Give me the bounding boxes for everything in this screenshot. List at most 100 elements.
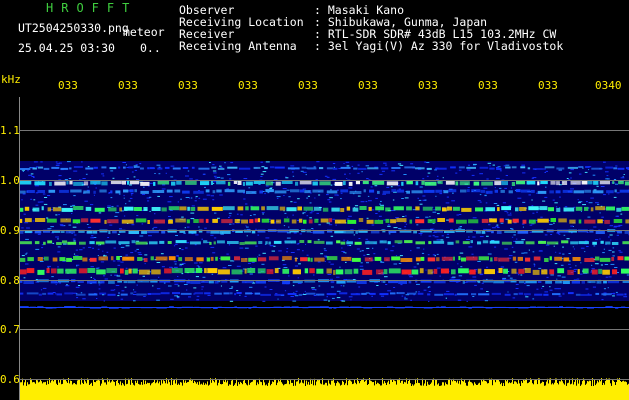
noise-floor-bar [268,382,269,400]
signal-band [485,190,493,194]
noise-speck [357,172,360,174]
noise-speck [593,226,597,228]
noise-speck [471,174,475,176]
noise-floor-bar [271,383,272,400]
noise-floor-bar [382,378,383,400]
noise-speck [55,293,57,295]
noise-speck [39,261,44,262]
noise-speck [404,215,407,217]
noise-speck [506,212,509,214]
signal-band [411,190,423,194]
noise-floor-bar [597,380,598,400]
noise-speck [228,265,232,266]
signal-band [391,167,401,169]
noise-speck [148,235,152,237]
noise-floor-bar [439,386,440,400]
noise-speck [603,248,605,250]
noise-speck [456,214,459,216]
noise-speck [156,262,161,263]
noise-floor-bar [611,385,612,400]
noise-floor-bar [288,380,289,400]
noise-speck [458,227,462,229]
signal-band [388,268,401,274]
noise-floor-bar [324,384,325,400]
noise-speck [418,199,422,201]
signal-band [64,292,73,295]
noise-speck [391,170,396,172]
signal-band [121,219,134,224]
signal-band [367,167,379,170]
noise-speck [578,202,581,204]
noise-speck [343,252,346,254]
noise-speck [538,250,543,252]
signal-band [283,218,290,223]
noise-floor-bar [390,378,391,400]
signal-band [538,240,547,244]
noise-speck [26,252,28,254]
signal-band [376,269,384,275]
freq-tick: 1.0 [0,174,20,187]
signal-band [368,206,372,211]
noise-floor-bar [75,384,76,400]
noise-speck [580,247,585,249]
signal-band [455,181,459,186]
noise-floor-bar [442,382,443,400]
signal-band [528,206,539,211]
noise-speck [606,175,609,177]
noise-floor-bar [113,381,114,400]
signal-band [520,189,531,193]
noise-speck [85,173,88,175]
noise-floor-bar [276,385,277,400]
noise-floor-bar [440,385,441,400]
spectrogram-canvas [20,161,629,400]
signal-band [313,206,322,211]
noise-speck [439,193,443,195]
signal-band [567,166,578,169]
signal-band [261,206,265,211]
noise-floor-bar [591,386,592,400]
noise-speck [50,226,54,228]
noise-floor-bar [509,382,510,400]
noise-floor-bar [499,381,500,400]
noise-speck [297,277,299,279]
noise-speck [309,202,312,204]
noise-speck [24,253,27,255]
noise-speck [133,289,135,291]
noise-floor-bar [599,379,600,400]
noise-speck [117,260,121,262]
signal-band [415,206,420,211]
noise-speck [351,165,354,167]
signal-band [419,268,424,274]
noise-speck [536,192,538,194]
signal-band [624,230,629,234]
signal-band [602,269,610,275]
noise-speck [544,196,548,198]
noise-speck [35,204,39,206]
signal-band [552,293,561,296]
signal-band [85,167,94,170]
signal-band [513,293,518,296]
noise-speck [493,203,498,204]
noise-floor-bar [546,381,547,400]
noise-floor-bar [472,383,473,400]
noise-speck [292,285,295,287]
signal-band [242,181,245,186]
signal-band [545,280,552,284]
signal-band [377,190,380,194]
signal-band [426,167,432,170]
noise-floor-bar [315,385,316,400]
noise-speck [428,235,432,237]
noise-floor-bar [585,384,586,400]
noise-floor-bar [351,381,352,400]
noise-floor-bar [416,383,417,400]
noise-speck [245,203,248,205]
noise-speck [186,226,190,228]
noise-floor-bar [404,381,405,400]
noise-speck [73,170,78,172]
noise-speck [249,286,253,288]
noise-floor-bar [140,384,141,400]
noise-speck [340,192,343,194]
signal-band [32,207,40,212]
noise-floor-bar [241,382,242,400]
noise-speck [177,297,180,299]
